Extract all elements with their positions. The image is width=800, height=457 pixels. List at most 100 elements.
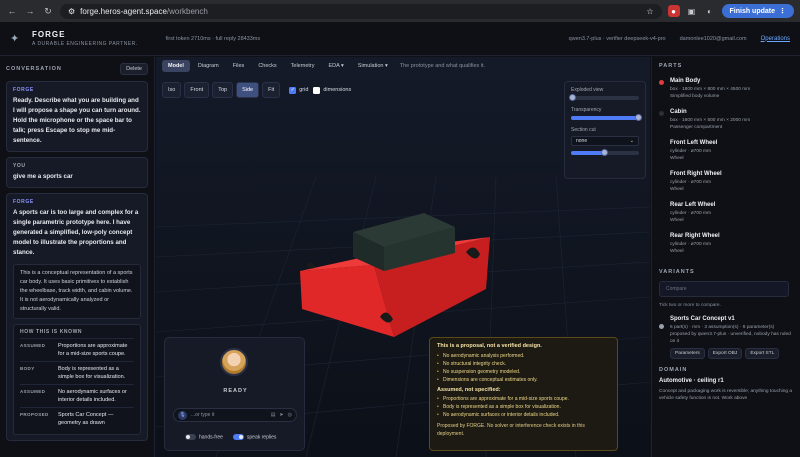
extension-icon[interactable]: ● — [667, 5, 680, 17]
part-item[interactable]: Cabin box · 1600 mm × 500 mm × 2000 mm Pas… — [659, 109, 793, 131]
tab-diagram[interactable]: Diagram — [192, 60, 225, 72]
parts-panel: PARTS Main Body box · 1800 mm × 800 mm × … — [651, 57, 800, 457]
dimensions-checkbox[interactable] — [313, 86, 321, 94]
view-buttons: Iso Front Top Side Fit ✓ grid dimensions — [162, 82, 351, 98]
part-desc: Wheel — [670, 156, 684, 161]
section-value: none — [576, 138, 588, 144]
part-color-dot — [659, 142, 664, 147]
operations-link[interactable]: Operations — [761, 36, 790, 42]
view-side-button[interactable]: Side — [236, 82, 260, 98]
profile-icon[interactable]: ◐ — [704, 5, 716, 17]
known-row: ASSUMED Proportions are approximate for a… — [20, 338, 134, 361]
view-top-button[interactable]: Top — [212, 82, 234, 98]
part-item[interactable]: Rear Left Wheel cylinder · ⌀700 mm Wheel — [659, 202, 793, 224]
tab-eda[interactable]: EDA ▾ — [323, 60, 350, 72]
part-dims: box · 1600 mm × 500 mm × 2000 mm — [670, 118, 751, 123]
notice-title: This is a proposal, not a verified desig… — [437, 343, 542, 349]
tab-model[interactable]: Model — [162, 60, 190, 72]
address-bar[interactable]: ⚙ forge.heros-agent.space/workbench ☆ — [60, 3, 662, 19]
forward-icon[interactable]: → — [24, 5, 36, 17]
hands-free-label: hands-free — [199, 434, 223, 441]
conversation-title: CONVERSATION — [6, 66, 62, 72]
site-settings-icon[interactable]: ⚙ — [68, 7, 75, 16]
url-path: /workbench — [166, 6, 208, 16]
view-front-button[interactable]: Front — [184, 82, 210, 98]
url-host: forge.heros-agent.space — [80, 6, 167, 16]
grid-checkbox[interactable]: ✓ — [289, 86, 297, 94]
part-desc: Wheel — [670, 249, 684, 254]
section-knob — [601, 149, 608, 156]
part-name: Rear Right Wheel — [670, 233, 720, 239]
hands-free-toggle[interactable]: hands-free — [185, 434, 223, 440]
delete-button[interactable]: Delete — [120, 63, 148, 75]
brand-name: FORGE — [32, 30, 66, 39]
conversation-panel: CONVERSATION Delete FORGE Ready. Describ… — [0, 57, 155, 457]
variant-name: Sports Car Concept v1 — [670, 316, 735, 322]
brand-tagline: A DURABLE ENGINEERING PARTNER. — [32, 41, 138, 47]
tab-telemetry[interactable]: Telemetry — [285, 60, 321, 72]
part-item[interactable]: Front Left Wheel cylinder · ⌀700 mm Wheel — [659, 140, 793, 162]
dimensions-label: dimensions — [323, 87, 352, 93]
microphone-icon[interactable]: 🎙 — [178, 410, 187, 420]
section-label: Section cut — [571, 127, 596, 133]
parameters-button[interactable]: Parameters — [670, 348, 705, 359]
voice-panel: READY 🎙 ...or type it ▤ ➤ ◎ hands-free s… — [164, 337, 305, 451]
part-name: Main Body — [670, 78, 701, 84]
send-icon[interactable]: ➤ — [279, 412, 283, 418]
known-kind: BODY — [20, 366, 35, 371]
part-desc: Wheel — [670, 187, 684, 192]
known-value: Proportions are approximate for a mid-si… — [58, 343, 128, 357]
export-obj-button[interactable]: Export OBJ — [707, 348, 743, 359]
grid-toggle[interactable]: ✓ grid — [289, 86, 308, 94]
message: YOU give me a sports car — [6, 157, 148, 188]
tab-simulation[interactable]: Simulation ▾ — [352, 60, 394, 72]
view-fit-button[interactable]: Fit — [262, 82, 281, 98]
message-input-row[interactable]: 🎙 ...or type it ▤ ➤ ◎ — [173, 408, 297, 422]
known-kind: ASSUMED — [20, 343, 46, 348]
assumed-list: Proportions are approximate for a mid-si… — [437, 395, 610, 419]
variant-radio[interactable] — [659, 324, 664, 329]
section-slider[interactable] — [571, 149, 639, 156]
assistant-avatar — [220, 348, 248, 376]
parts-title: PARTS — [659, 63, 683, 69]
app-header: ✦ FORGE A DURABLE ENGINEERING PARTNER. f… — [0, 22, 800, 56]
compare-button[interactable]: Compare — [659, 281, 789, 297]
assumed-item: Body is represented as a simple box for … — [437, 403, 610, 411]
tab-files[interactable]: Files — [227, 60, 251, 72]
message-input[interactable]: ...or type it — [191, 412, 214, 418]
message-author: FORGE — [13, 87, 34, 93]
chevron-down-icon: ⌄ — [629, 138, 634, 144]
finish-update-button[interactable]: Finish update ⋮ — [721, 4, 794, 18]
message-author: YOU — [13, 163, 26, 169]
speak-replies-toggle[interactable]: speak replies — [232, 434, 276, 440]
part-item[interactable]: Main Body box · 1800 mm × 800 mm × 4500 m… — [659, 78, 793, 100]
extensions-puzzle-icon[interactable]: ▣ — [686, 5, 698, 17]
known-value: No aerodynamic surfaces or interior deta… — [58, 389, 127, 403]
part-dims: cylinder · ⌀700 mm — [670, 211, 712, 216]
message-author: FORGE — [13, 199, 34, 205]
exploded-knob — [569, 94, 576, 101]
view-options-panel: Exploded view Transparency Section cut n… — [564, 81, 646, 179]
part-item[interactable]: Front Right Wheel cylinder · ⌀700 mm Wheel — [659, 171, 793, 193]
bookmark-star-icon[interactable]: ☆ — [646, 7, 653, 16]
notice-item: No structural integrity check. — [437, 360, 610, 368]
tab-checks[interactable]: Checks — [252, 60, 282, 72]
attach-icon[interactable]: ▤ — [271, 412, 276, 418]
reload-icon[interactable]: ↻ — [42, 5, 54, 17]
variant-item[interactable]: Sports Car Concept v1 6 part(s) · mm · 3… — [659, 316, 793, 359]
notice-subtitle: Assumed, not specified: — [437, 387, 501, 393]
how-known-title: HOW THIS IS KNOWN — [20, 329, 83, 335]
export-stl-button[interactable]: Export STL — [745, 348, 780, 359]
forge-logo-icon: ✦ — [10, 32, 20, 45]
exploded-slider[interactable] — [569, 94, 639, 101]
part-item[interactable]: Rear Right Wheel cylinder · ⌀700 mm Wheel — [659, 233, 793, 255]
view-iso-button[interactable]: Iso — [162, 82, 182, 98]
model-info: qwen3.7-plus · verifier deepseek-v4-pro — [568, 35, 666, 42]
dimensions-toggle[interactable]: dimensions — [313, 86, 352, 94]
transparency-slider[interactable] — [571, 114, 642, 121]
back-icon[interactable]: ← — [6, 5, 18, 17]
notice-item: No aerodynamic analysis performed. — [437, 352, 610, 360]
section-select[interactable]: none ⌄ — [571, 136, 639, 146]
workbench-viewport[interactable]: Model Diagram Files Checks Telemetry EDA… — [156, 57, 650, 457]
camera-icon[interactable]: ◎ — [288, 412, 292, 418]
